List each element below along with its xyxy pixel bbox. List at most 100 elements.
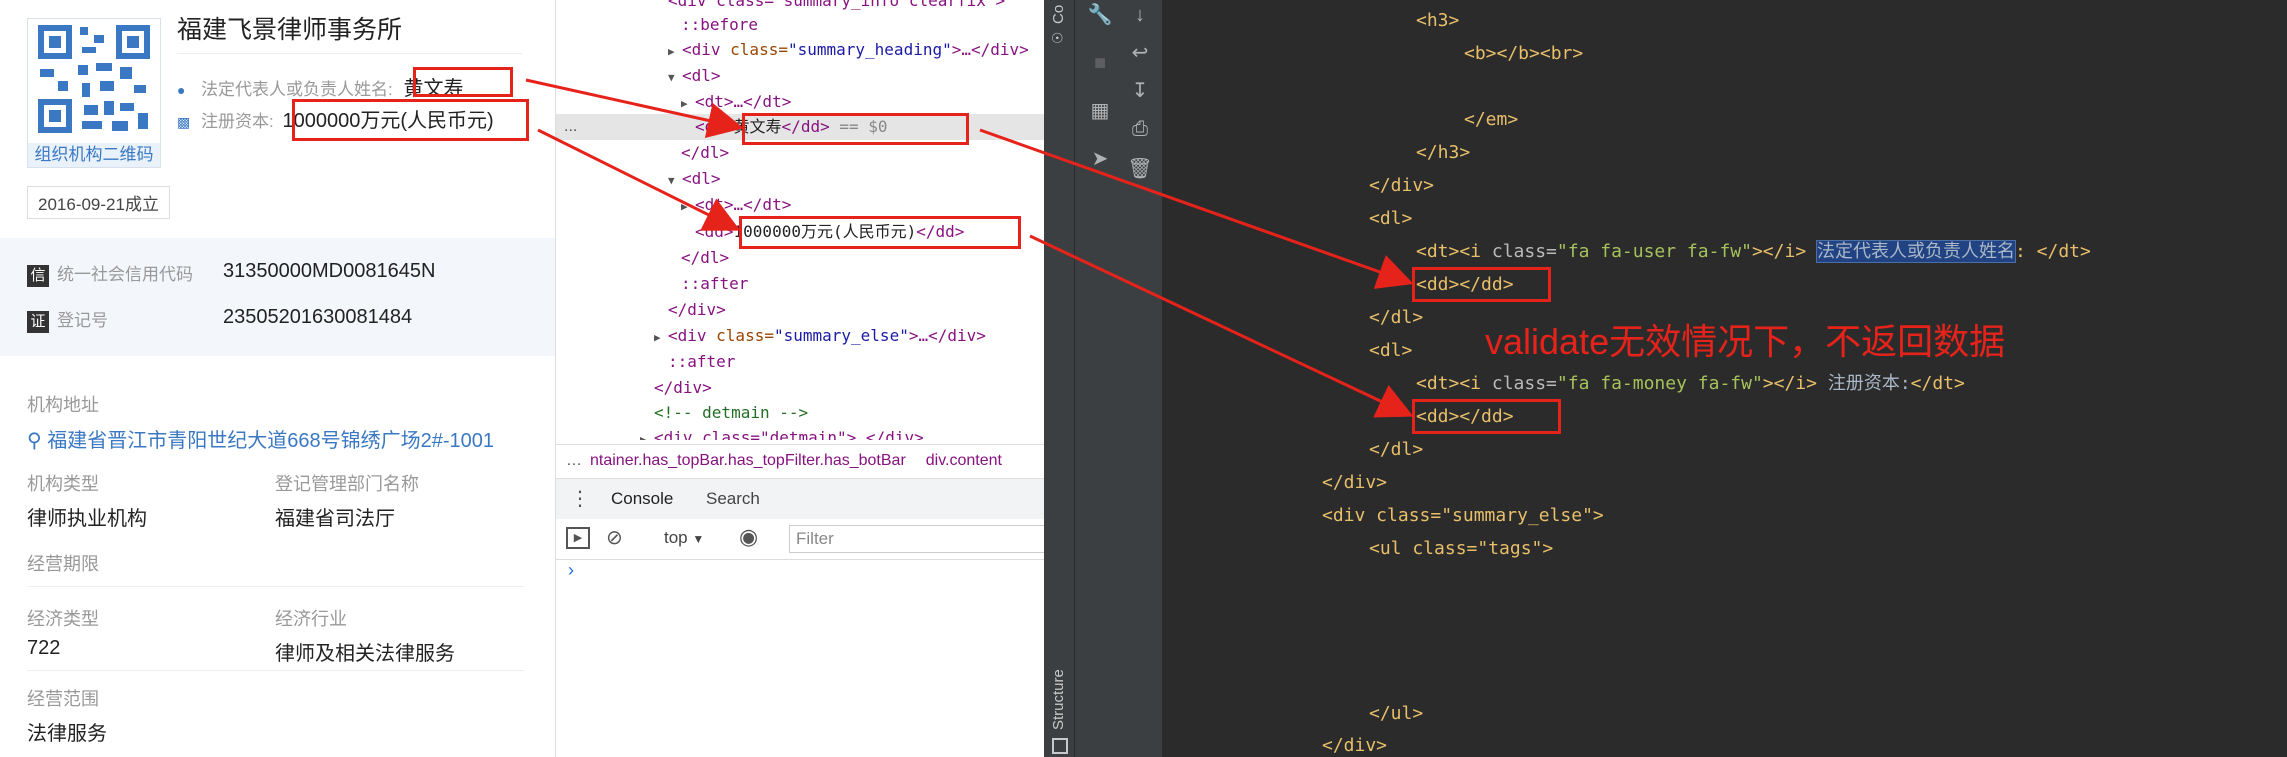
code-text: </dt> (1910, 373, 1965, 394)
expand-triangle-icon[interactable]: ▶ (681, 194, 695, 220)
sidebar-toggle-icon[interactable]: ▶ (566, 527, 590, 549)
dom-text: >…</div> (951, 40, 1029, 59)
dom-line[interactable]: ::after (681, 271, 748, 297)
dom-text: ::after (681, 274, 749, 293)
registration-box: 信统一社会信用代码 31350000MD0081645N 证登记号 235052… (0, 238, 555, 356)
dom-text: </div> (654, 378, 712, 397)
pin-icon[interactable]: ➤ (1087, 146, 1113, 172)
dom-text: <div (668, 326, 707, 345)
console-prompt[interactable]: › (568, 560, 574, 581)
dom-text: </dl> (681, 143, 730, 162)
econ-type-label: 经济类型 (27, 609, 99, 629)
qr-code-label[interactable]: 组织机构二维码 (28, 143, 160, 167)
dom-line[interactable]: ▶ <dt>…</dt> (681, 192, 791, 218)
trash-icon[interactable]: 🗑 (1127, 156, 1153, 182)
commit-tab-label[interactable]: Co (1050, 5, 1067, 24)
scroll-to-end-icon[interactable]: ↧ (1127, 78, 1153, 104)
breadcrumb-overflow-button[interactable]: … (566, 452, 582, 469)
dom-text: class= (720, 40, 788, 59)
dom-line[interactable]: <!-- detmain --> (654, 400, 808, 426)
dom-line[interactable]: </dl> (681, 245, 729, 271)
dom-text: <div class="summary_info clearfix"> (668, 0, 1006, 10)
code-text: <dt><i (1416, 241, 1492, 262)
money-icon: ▩ (177, 114, 191, 130)
code-editor[interactable]: <h3> <b></b><br> </em> </h3> </div> <dl>… (1163, 0, 2287, 757)
breadcrumb-item[interactable]: div.content (926, 452, 1002, 469)
dom-line[interactable]: </dl> (681, 140, 729, 166)
dom-line[interactable]: ▼ <dl> (668, 166, 721, 192)
structure-icon[interactable] (1052, 738, 1068, 754)
dom-line[interactable]: ▶ <div class="summary_heading">…</div> (668, 37, 1029, 63)
commit-icon[interactable]: ☉ (1051, 30, 1064, 47)
tab-console[interactable]: Console (611, 479, 674, 521)
print-icon[interactable]: ⎙ (1127, 116, 1153, 142)
org-type-value: 律师执业机构 (27, 508, 147, 530)
dom-text: "summary_else" (773, 326, 909, 345)
dom-text: >…</div> (908, 326, 986, 345)
structure-tab-label[interactable]: Structure (1050, 669, 1067, 730)
expand-triangle-icon[interactable]: ▶ (654, 325, 668, 351)
arrow-down-icon[interactable]: ↓ (1127, 2, 1153, 28)
divider (27, 586, 524, 587)
breadcrumb: … ntainer.has_topBar.has_topFilter.has_bo… (556, 444, 1045, 477)
scope-value: 法律服务 (27, 723, 107, 745)
collapse-triangle-icon[interactable]: ▼ (668, 168, 682, 194)
chevron-down-icon: ▼ (692, 532, 705, 546)
tab-search[interactable]: Search (706, 479, 760, 519)
dom-line[interactable]: </div> (668, 297, 726, 323)
dom-line[interactable]: ▶ <div class="summary_else">…</div> (654, 323, 986, 349)
dom-text: <dl> (682, 66, 721, 85)
stop-icon[interactable]: ■ (1087, 50, 1113, 76)
address-value[interactable]: 福建省晋江市青阳世纪大道668号锦绣广场2#-1001 (47, 430, 494, 452)
code-line: <dt><i class="fa fa-money fa-fw"></i> 注册… (1416, 371, 1965, 397)
collapse-triangle-icon[interactable]: ▼ (668, 65, 682, 91)
code-line: </div> (1369, 175, 1435, 196)
dom-line[interactable]: ::after (668, 349, 735, 375)
annotation-box (413, 67, 513, 97)
reg-number-value: 23505201630081484 (223, 306, 413, 328)
reg-number-label: 登记号 (57, 311, 108, 330)
address-link[interactable]: ⚲ 福建省晋江市青阳世纪大道668号锦绣广场2#-1001 (27, 424, 494, 453)
dom-text: <div (682, 40, 721, 59)
expand-triangle-icon[interactable]: ▶ (681, 91, 695, 117)
reg-dept-value: 福建省司法厅 (275, 508, 395, 530)
dom-line[interactable]: ▼ <dl> (668, 63, 721, 89)
industry-value: 律师及相关法律服务 (275, 643, 455, 665)
clear-console-icon[interactable]: ⊘ (606, 525, 623, 550)
expand-triangle-icon[interactable]: ▶ (640, 427, 654, 440)
dom-line[interactable]: ::before (681, 12, 758, 38)
address-label: 机构地址 (27, 395, 99, 415)
wrench-icon[interactable]: 🔧 (1087, 2, 1113, 28)
breadcrumb-item[interactable]: ntainer.has_topBar.has_topFilter.has_bot… (590, 452, 906, 469)
term-label: 经营期限 (27, 554, 99, 574)
annotation-box (1412, 267, 1551, 302)
context-value: top (664, 528, 688, 547)
layout-icon[interactable]: ▦ (1087, 98, 1113, 124)
code-line: </dl> (1369, 439, 1424, 460)
dom-line[interactable]: ▶ <div class="detmain">…</div> (640, 425, 924, 440)
row-menu-button[interactable]: ... (564, 114, 577, 140)
code-text: "fa fa-money fa-fw" (1556, 373, 1763, 394)
eye-icon[interactable]: ◉ (739, 524, 758, 550)
scope-label: 经营范围 (27, 689, 99, 709)
code-line: <div class="summary_else"> (1322, 505, 1604, 526)
dom-text: <dd> (695, 222, 734, 241)
qr-code-card[interactable]: 组织机构二维码 (27, 18, 161, 168)
context-selector[interactable]: top ▼ (664, 528, 704, 548)
soft-wrap-icon[interactable]: ↩ (1127, 40, 1153, 66)
code-line: <b></b><br> (1464, 43, 1584, 64)
divider (177, 53, 522, 54)
econ-type-value: 722 (27, 637, 61, 659)
company-name: 福建飞景律师事务所 (177, 16, 403, 44)
expand-triangle-icon[interactable]: ▶ (668, 39, 682, 65)
dom-text: <dl> (682, 169, 721, 188)
code-line: <dl> (1369, 208, 1413, 229)
filter-input[interactable]: Filter (789, 525, 1045, 553)
dom-text: </dl> (681, 248, 730, 267)
more-options-icon[interactable]: ⋮ (570, 479, 590, 519)
dom-line[interactable]: ▶ <dt>…</dt> (681, 89, 791, 115)
credit-code-label: 统一社会信用代码 (57, 265, 193, 284)
industry-label: 经济行业 (275, 609, 347, 629)
dom-line[interactable]: </div> (654, 375, 712, 401)
dom-text: "summary_heading" (787, 40, 952, 59)
